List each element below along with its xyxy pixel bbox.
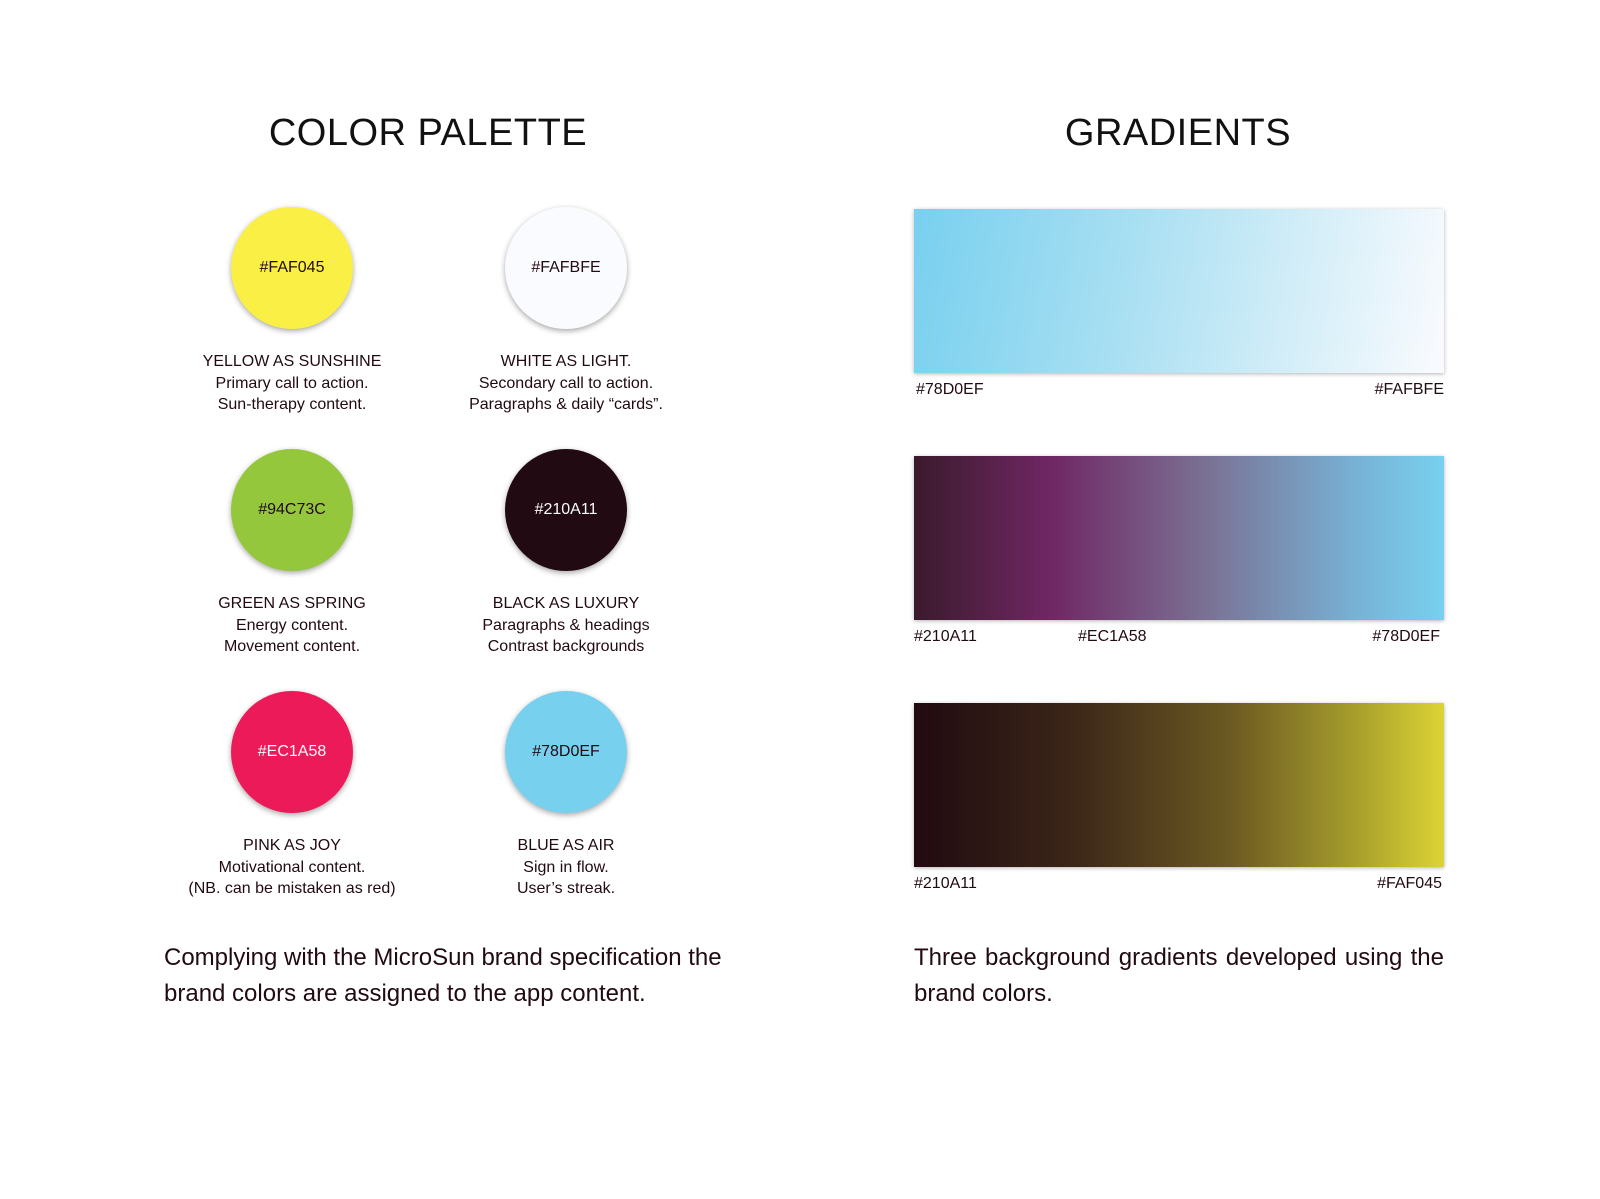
gradients-title: GRADIENTS xyxy=(1064,112,1292,154)
swatch-white: #FAFBFE WHITE AS LIGHT. Secondary call t… xyxy=(446,207,686,416)
swatch-use: Contrast backgrounds xyxy=(487,638,645,655)
swatch-use: User’s streak. xyxy=(516,880,616,897)
swatch-circle: #EC1A58 xyxy=(231,691,353,813)
gradients-description: Three background gradients developed usi… xyxy=(914,944,1444,1007)
gradient-bar xyxy=(914,703,1444,867)
swatch-hex: #94C73C xyxy=(258,501,326,518)
swatch-use: Sun-therapy content. xyxy=(217,396,367,413)
swatch-hex: #FAF045 xyxy=(259,259,325,276)
gradient-black-pink-blue: #210A11 #EC1A58 #78D0EF xyxy=(914,456,1444,645)
swatch-green: #94C73C GREEN AS SPRING Energy content. … xyxy=(172,449,412,658)
gradient-stop-label: #FAF045 xyxy=(1377,875,1442,892)
swatch-use: Paragraphs & daily “cards”. xyxy=(469,396,663,413)
swatch-yellow: #FAF045 YELLOW AS SUNSHINE Primary call … xyxy=(172,207,412,416)
swatch-caption: YELLOW AS SUNSHINE Primary call to actio… xyxy=(172,351,412,416)
gradient-stop-label: #78D0EF xyxy=(1372,628,1440,645)
swatch-use: Paragraphs & headings xyxy=(482,616,650,634)
swatch-use: Secondary call to action. xyxy=(478,374,654,392)
gradient-bar xyxy=(914,456,1444,620)
swatch-black: #210A11 BLACK AS LUXURY Paragraphs & hea… xyxy=(446,449,686,658)
swatch-hex: #EC1A58 xyxy=(257,743,327,760)
swatch-caption: BLUE AS AIR Sign in flow. User’s streak. xyxy=(446,835,686,900)
gradient-blue-white: #78D0EF #FAFBFE xyxy=(914,209,1444,398)
swatch-blue: #78D0EF BLUE AS AIR Sign in flow. User’s… xyxy=(446,691,686,900)
swatch-name: YELLOW AS SUNSHINE xyxy=(202,353,382,370)
swatch-pink: #EC1A58 PINK AS JOY Motivational content… xyxy=(172,691,412,900)
swatch-use: Primary call to action. xyxy=(215,374,369,392)
swatch-name: BLACK AS LUXURY xyxy=(492,595,640,612)
gradient-stop-label: #210A11 xyxy=(914,875,977,892)
gradient-bar xyxy=(914,209,1444,373)
swatch-caption: WHITE AS LIGHT. Secondary call to action… xyxy=(446,351,686,416)
swatch-use: Sign in flow. xyxy=(523,858,609,876)
swatch-caption: GREEN AS SPRING Energy content. Movement… xyxy=(172,593,412,658)
swatch-circle: #94C73C xyxy=(231,449,353,571)
swatch-name: WHITE AS LIGHT. xyxy=(500,353,632,370)
swatch-use: Motivational content. xyxy=(218,858,366,876)
gradient-stop-label: #FAFBFE xyxy=(1374,381,1444,398)
swatch-name: PINK AS JOY xyxy=(243,837,341,854)
swatch-hex: #210A11 xyxy=(534,501,598,518)
swatch-circle: #78D0EF xyxy=(505,691,627,813)
swatch-hex: #78D0EF xyxy=(532,743,600,760)
gradient-stop-label: #EC1A58 xyxy=(1078,628,1147,645)
swatch-hex: #FAFBFE xyxy=(531,259,601,276)
swatch-caption: PINK AS JOY Motivational content. (NB. c… xyxy=(172,835,412,900)
color-palette-title: COLOR PALETTE xyxy=(268,112,588,154)
swatch-circle: #FAF045 xyxy=(231,207,353,329)
swatch-circle: #FAFBFE xyxy=(505,207,627,329)
swatch-use: (NB. can be mistaken as red) xyxy=(188,880,396,897)
swatch-circle: #210A11 xyxy=(505,449,627,571)
gradient-stop-label: #210A11 xyxy=(914,628,977,645)
swatch-use: Movement content. xyxy=(223,638,361,655)
swatch-use: Energy content. xyxy=(235,616,349,634)
swatch-caption: BLACK AS LUXURY Paragraphs & headings Co… xyxy=(446,593,686,658)
swatch-name: GREEN AS SPRING xyxy=(218,595,366,612)
gradient-stop-label: #78D0EF xyxy=(916,381,984,398)
swatch-name: BLUE AS AIR xyxy=(517,837,615,854)
gradient-black-yellow: #210A11 #FAF045 xyxy=(914,703,1444,892)
palette-description: Complying with the MicroSun brand specif… xyxy=(164,944,722,1007)
